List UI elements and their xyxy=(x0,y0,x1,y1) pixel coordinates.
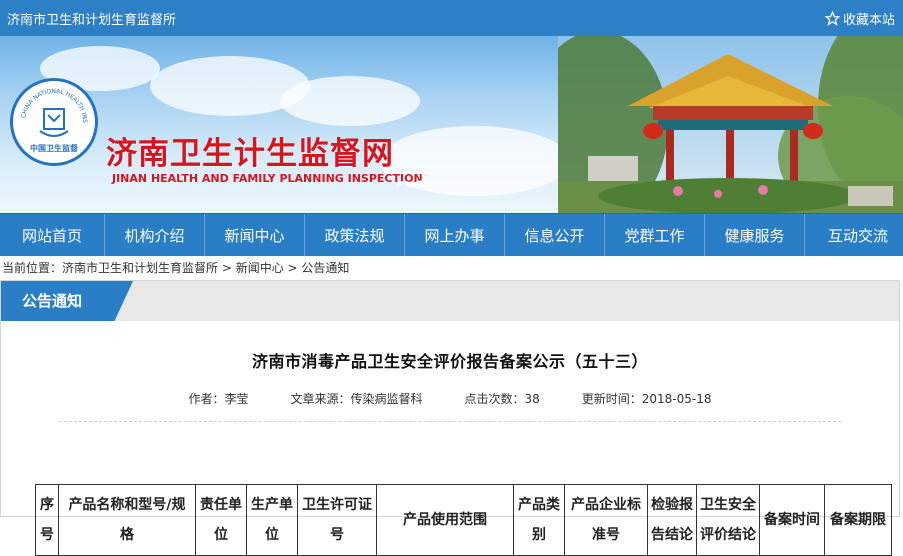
nav-online-services[interactable]: 网上办事 xyxy=(405,214,505,256)
nav-info-disclosure[interactable]: 信息公开 xyxy=(505,214,605,256)
star-icon xyxy=(824,10,840,26)
table-header-cell: 备案时间 xyxy=(759,484,825,556)
table-header-cell: 卫生安全 评价结论 xyxy=(696,484,760,556)
records-table: 序号 产品名称和型号/规格 责任单位 生产单位 卫生许可证号 产品使用范围 产品… xyxy=(35,484,892,556)
table-header-cell: 产品企业标 准号 xyxy=(564,484,648,556)
article-title: 济南市消毒产品卫生安全评价报告备案公示（五十三） xyxy=(251,352,648,371)
table-header-cell: 备案期限 xyxy=(824,484,892,556)
table-header-cell: 责任单位 xyxy=(195,484,247,556)
article-views: 点击次数：38 xyxy=(464,392,540,406)
seal-cn-text: 中国卫生监督 xyxy=(30,144,78,153)
panel-tab-notices[interactable]: 公告通知 xyxy=(1,281,133,321)
article-source: 文章来源：传染病监督科 xyxy=(290,392,423,406)
meta-divider xyxy=(59,421,841,422)
nav-health-services[interactable]: 健康服务 xyxy=(705,214,805,256)
site-name: 济南市卫生和计划生育监督所 xyxy=(7,12,177,28)
nav-news[interactable]: 新闻中心 xyxy=(205,214,305,256)
table-header-cell: 生产单位 xyxy=(246,484,298,556)
nav-policy[interactable]: 政策法规 xyxy=(305,214,405,256)
table-header-cell: 检验报 告结论 xyxy=(647,484,697,556)
panel-header: 公告通知 xyxy=(1,280,899,321)
table-header-cell: 序号 xyxy=(35,484,59,556)
content-panel: 公告通知 济南市消毒产品卫生安全评价报告备案公示（五十三） 作者：李莹 文章来源… xyxy=(0,280,900,556)
breadcrumb-separator: > xyxy=(283,261,302,275)
site-title: 济南卫生计生监督网 xyxy=(106,136,394,172)
breadcrumb-prefix: 当前位置： xyxy=(2,261,63,275)
favorite-link[interactable]: 收藏本站 xyxy=(824,9,895,28)
top-bar: 济南市卫生和计划生育监督所 收藏本站 xyxy=(0,0,903,36)
breadcrumb-separator: > xyxy=(218,261,236,275)
breadcrumb-link-news[interactable]: 新闻中心 xyxy=(236,261,284,275)
favorite-label: 收藏本站 xyxy=(842,12,895,28)
breadcrumb-link-home[interactable]: 济南市卫生和计划生育监督所 xyxy=(62,261,218,275)
header-banner: CHINA NATIONAL HEALTH INSPECTION 中国卫生监督 … xyxy=(0,36,903,213)
nav-home[interactable]: 网站首页 xyxy=(0,214,105,256)
site-title-en: JINAN HEALTH AND FAMILY PLANNING INSPECT… xyxy=(112,172,423,185)
table-header-cell: 产品类别 xyxy=(513,484,565,556)
article-meta: 作者：李莹 文章来源：传染病监督科 点击次数：38 更新时间：2018-05-1… xyxy=(1,390,899,407)
nav-interaction[interactable]: 互动交流 xyxy=(805,214,903,256)
article-updated: 更新时间：2018-05-18 xyxy=(581,392,712,406)
table-header-row: 序号 产品名称和型号/规格 责任单位 生产单位 卫生许可证号 产品使用范围 产品… xyxy=(35,484,892,556)
table-header-cell: 卫生许可证号 xyxy=(297,484,377,556)
breadcrumb-link-notices[interactable]: 公告通知 xyxy=(301,261,349,275)
table-header-cell: 产品名称和型号/规格 xyxy=(58,484,196,556)
inspection-seal-logo: CHINA NATIONAL HEALTH INSPECTION 中国卫生监督 xyxy=(10,78,98,166)
pavilion-scene-image xyxy=(558,36,903,213)
breadcrumb: 当前位置：济南市卫生和计划生育监督所 > 新闻中心 > 公告通知 xyxy=(0,256,903,280)
article-author: 作者：李莹 xyxy=(188,392,249,406)
main-nav: 网站首页 机构介绍 新闻中心 政策法规 网上办事 信息公开 党群工作 健康服务 … xyxy=(0,213,903,256)
nav-about[interactable]: 机构介绍 xyxy=(105,214,205,256)
nav-party-work[interactable]: 党群工作 xyxy=(605,214,705,256)
bird-icon xyxy=(396,180,428,188)
table-header-cell: 产品使用范围 xyxy=(376,484,514,556)
